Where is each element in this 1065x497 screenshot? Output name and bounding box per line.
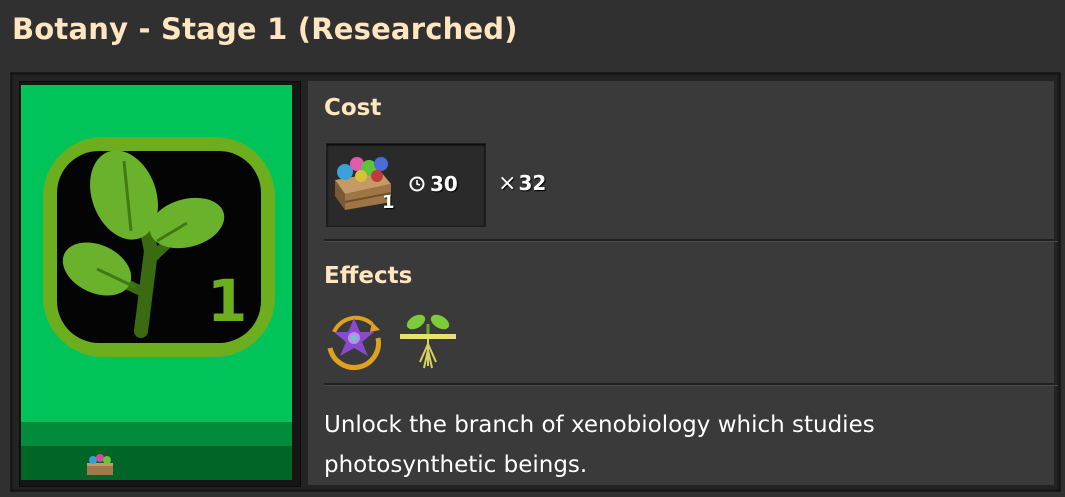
technology-info-panel: Cost 1 30 × 32 Effects Unlock the branch… <box>308 81 1058 485</box>
research-count-value: 32 <box>518 171 547 195</box>
botany-leaf-icon: 1 <box>43 137 275 357</box>
multiply-icon: × <box>498 171 517 196</box>
technology-tooltip: 1 Cost 1 30 × 32 Effects Unlock the bran… <box>10 72 1061 492</box>
stage-number: 1 <box>207 267 247 335</box>
research-count: × 32 <box>498 171 546 196</box>
cost-heading: Cost <box>324 95 382 121</box>
icon-cost-strip <box>21 446 292 480</box>
clock-icon <box>409 176 425 192</box>
technology-title: Botany - Stage 1 (Researched) <box>12 12 518 46</box>
pack-count: 1 <box>382 192 395 213</box>
divider <box>324 383 1058 386</box>
icon-progress-strip <box>21 422 292 446</box>
cost-slot[interactable]: 1 30 <box>326 143 486 227</box>
effects-heading: Effects <box>324 263 413 289</box>
research-time: 30 <box>430 172 458 196</box>
title-bar: Botany - Stage 1 (Researched) <box>0 0 1065 68</box>
purple-flower-unlock-icon[interactable] <box>322 308 386 372</box>
divider <box>324 239 1058 242</box>
technology-description: Unlock the branch of xenobiology which s… <box>324 412 875 478</box>
sprout-roots-icon[interactable] <box>396 308 460 372</box>
flora-crate-icon <box>87 454 113 475</box>
